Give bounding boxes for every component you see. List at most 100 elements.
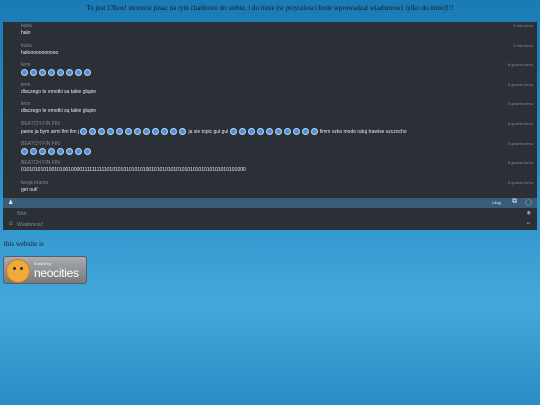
smiley-emote-icon [161,128,169,135]
message-text: halo [21,30,30,36]
smiley-emote-icon [84,69,91,77]
message-text-part: panie ja bym armi fim fim j [21,128,80,135]
message-time: 8 godzin temu [507,62,533,68]
smiley-emote-icon [89,128,97,135]
smiley-emote-icon [75,147,82,155]
smiley-emote-icon [57,147,64,155]
settings-icon[interactable]: ◯ [525,199,532,206]
smiley-emote-icon [116,128,124,135]
neocities-brand: neocities [34,266,79,280]
chat-message: twoja mama 8 godzin temu get out! [3,179,537,198]
message-text: get out! [21,187,38,193]
eye-icon[interactable]: ◉ [527,210,531,216]
smiley-emote-icon [80,128,88,135]
smiley-emote-icon [107,128,115,135]
message-nick[interactable]: twoja mama [21,180,48,186]
smiley-emote-icon [21,69,28,77]
user-icon[interactable]: ♟ [8,199,13,206]
smiley-emote-icon [292,128,300,135]
smiley-emote-icon [57,69,64,77]
smiley-emote-icon [75,69,82,77]
smiley-emote-icon [21,147,28,155]
message-row: ☺ ↵ [3,220,537,230]
message-text: 0101010101001010010000111111111101010101… [21,167,246,173]
smiley-emote-icon [301,128,309,135]
chat-message: lenn 8 godzin temu dlaczego te emotki sa t… [3,81,537,101]
smiley-emote-icon [310,128,318,135]
message-time: 5 min temu [513,23,533,28]
message-text-content: dlaczego te emotki są takie glupie [21,108,97,115]
smiley-emote-icon [39,69,46,77]
smiley-emote-icon [84,147,91,155]
message-nick[interactable]: BEATCH FIN FIN [21,141,60,147]
smiley-emote-icon [66,69,73,77]
footer-text: this website is [4,240,44,248]
smiley-emote-icon [143,128,151,135]
message-time: 5 min temu [513,42,533,48]
chatbox: kuba 5 min temu halo kuba 5 min temu halooooo… [3,22,537,230]
nick-input[interactable] [17,209,517,219]
smiley-emote-icon [48,147,55,155]
message-text-content: halooooooooooo [21,49,59,56]
smiley-emote-icon [283,128,291,135]
message-nick[interactable]: lenn [21,62,30,68]
message-text [21,69,93,77]
message-text-content: 0101010101001010010000111111111101010101… [21,167,246,174]
emoji-icon[interactable]: ☺ [8,221,14,227]
neocities-badge[interactable]: hosted by neocities [3,256,87,284]
message-nick[interactable]: BEATCH FIN FIN [21,121,60,127]
page-banner: To jest 13box! mozecie pisac na tym chat… [86,4,454,12]
smiley-emote-icon [247,128,255,135]
message-time: 8 godzin temu [507,81,533,87]
message-time: 8 godzin temu [507,140,533,146]
chat-toolbar: ♟ Ukryj ⧉ ◯ [3,198,537,208]
message-text-content: dlaczego te emotki sa takie glupie [21,88,97,95]
smiley-emote-icon [39,147,46,155]
message-nick[interactable]: kuba [21,23,32,29]
message-time: 8 godzin temu [507,121,533,126]
smiley-emote-icon [265,128,273,135]
hide-button[interactable]: Ukryj [492,200,501,205]
chat-message: kuba 5 min temu halooooooooooo [3,42,537,62]
smiley-emote-icon [238,128,246,135]
smiley-emote-icon [48,69,55,77]
message-nick[interactable]: lenn [21,82,30,88]
message-nick[interactable]: lenn [21,101,30,107]
smiley-emote-icon [66,147,73,155]
smiley-emote-icon [170,128,178,135]
message-time: 8 godzin temu [507,179,533,185]
message-text: dlaczego te emotki sa takie glupie [21,89,96,95]
smiley-emote-icon [274,128,282,135]
chat-message: lenn 8 godzin temu dlaczego te emotki są t… [3,100,537,120]
message-time: 8 godzin temu [507,101,533,107]
smiley-emote-icon [125,128,133,135]
chat-message: BEATCH FIN FIN 8 godzin temu [3,140,537,160]
message-text [21,147,93,155]
message-text-part: ja sie topic gul gul [188,128,229,135]
chat-message: lenn 8 godzin temu [3,61,537,81]
smiley-emote-icon [98,128,106,135]
chat-message: BEATCH FIN FIN 8 godzin temu panie ja bym … [3,120,537,140]
message-text: dlaczego te emotki są takie glupie [21,108,96,114]
send-arrow-icon[interactable]: ↵ [527,221,531,227]
message-text: halooooooooooo [21,50,58,56]
message-input[interactable] [17,220,517,230]
smiley-emote-icon [229,128,237,135]
nick-row: ◉ [3,209,537,219]
smiley-emote-icon [152,128,160,135]
message-nick[interactable]: BEATCH FIN FIN [21,160,60,166]
smiley-emote-icon [179,128,187,135]
message-time: 8 godzin temu [507,160,533,166]
chat-message: BEATCH FIN FIN 8 godzin temu 0101010101001… [3,159,537,179]
smiley-emote-icon [134,128,142,135]
message-text-content: halo [21,30,31,36]
message-text: panie ja bym armi fim fim j ja sie topic… [21,128,407,135]
chat-message: kuba 5 min temu halo [3,22,537,42]
smiley-emote-icon [256,128,264,135]
smiley-emote-icon [30,147,37,155]
popout-icon[interactable]: ⧉ [512,198,517,206]
message-text-content: get out! [21,186,38,193]
message-list: kuba 5 min temu halo kuba 5 min temu halooooo… [3,22,537,198]
smiley-emote-icon [30,69,37,77]
message-nick[interactable]: kuba [21,43,32,49]
